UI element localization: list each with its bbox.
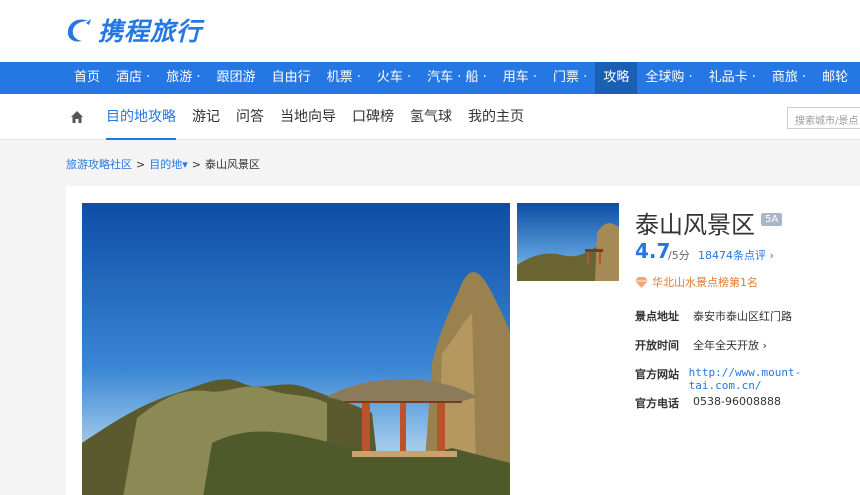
website-link[interactable]: http://www.mount-tai.com.cn/ [689, 366, 860, 392]
nav-item[interactable]: 跟团游 [209, 62, 264, 94]
nav-item[interactable]: 自由行 [264, 62, 319, 94]
info-row: 官方网站 http://www.mount-tai.com.cn/ [635, 366, 860, 392]
nav-item[interactable]: 酒店 · [108, 62, 158, 94]
subnav-tab[interactable]: 目的地攻略 [106, 94, 176, 140]
sub-nav: 目的地攻略 游记 问答 当地向导 口碑榜 氢气球 我的主页 [0, 94, 860, 140]
logo-text: 携程旅行 [98, 17, 203, 46]
main-photo[interactable] [82, 203, 510, 495]
info-label: 景点地址 [635, 310, 679, 323]
nav-item[interactable]: 汽车 · 船 · [419, 62, 495, 94]
attraction-title: 泰山风景区 [635, 211, 755, 239]
nav-item[interactable]: 礼品卡 · [701, 62, 764, 94]
caret-down-icon: ▾ [182, 158, 188, 171]
info-row: 开放时间 全年全天开放 › [635, 337, 767, 353]
breadcrumb-destination-link[interactable]: 目的地▾ [149, 156, 188, 172]
nav-item[interactable]: 门票 · [545, 62, 595, 94]
subnav-tab[interactable]: 当地向导 [280, 94, 336, 140]
nav-item[interactable]: 邮轮 [814, 62, 856, 94]
nav-item[interactable]: 用车 · [495, 62, 545, 94]
nav-item[interactable]: 首页 [66, 62, 108, 94]
info-row: 官方电话 0538-96008888 [635, 395, 781, 411]
nav-item[interactable]: 旅游 · [158, 62, 208, 94]
nav-item[interactable]: 商旅 · [764, 62, 814, 94]
rating-unit: /5分 [668, 249, 690, 262]
review-count-link[interactable]: 18474条点评 › [698, 247, 774, 263]
search-input[interactable]: 搜索城市/景点 [787, 107, 860, 129]
subnav-tab[interactable]: 游记 [192, 94, 220, 140]
subnav-tab[interactable]: 我的主页 [468, 94, 524, 140]
nav-item[interactable]: 全球购 · [637, 62, 700, 94]
opening-hours-link[interactable]: 全年全天开放 › [693, 337, 767, 353]
breadcrumb-root-link[interactable]: 旅游攻略社区 [66, 156, 132, 172]
top-header: 携程旅行 [0, 0, 860, 62]
breadcrumb-separator: > [191, 157, 201, 171]
info-value: 0538-96008888 [693, 395, 781, 408]
breadcrumb-separator: > [136, 157, 146, 171]
nav-item[interactable]: 机票 · [319, 62, 369, 94]
home-icon[interactable] [70, 110, 84, 124]
breadcrumb-mid-label: 目的地 [149, 158, 183, 171]
main-nav: 首页 酒店 · 旅游 · 跟团游 自由行 机票 · 火车 · 汽车 · 船 · 用车 · 门票 ·… [0, 62, 860, 94]
info-label: 官方网站 [635, 368, 679, 381]
subnav-tab[interactable]: 口碑榜 [352, 94, 394, 140]
subnav-tab[interactable]: 问答 [236, 94, 264, 140]
subnav-tab[interactable]: 氢气球 [410, 94, 452, 140]
rank-badge[interactable]: 华北山水景点榜第1名 [635, 274, 758, 290]
info-label: 官方电话 [635, 397, 679, 410]
ctrip-logo[interactable]: 携程旅行 [64, 12, 202, 48]
rating-score: 4.7 [635, 239, 671, 263]
dolphin-logo-icon [67, 19, 91, 42]
info-label: 开放时间 [635, 339, 679, 352]
nav-item[interactable]: 火车 · [369, 62, 419, 94]
diamond-icon [635, 276, 648, 288]
rank-text: 华北山水景点榜第1名 [652, 276, 758, 289]
nav-item[interactable]: 攻略 [595, 62, 638, 94]
info-value: 泰安市泰山区红门路 [693, 310, 792, 323]
thumbnail-photo[interactable] [517, 203, 619, 281]
info-row: 景点地址 泰安市泰山区红门路 [635, 308, 792, 324]
breadcrumb-current: 泰山风景区 [204, 158, 260, 171]
level-badge: 5A [761, 213, 783, 226]
breadcrumb: 旅游攻略社区 > 目的地▾ > 泰山风景区 [66, 156, 260, 172]
